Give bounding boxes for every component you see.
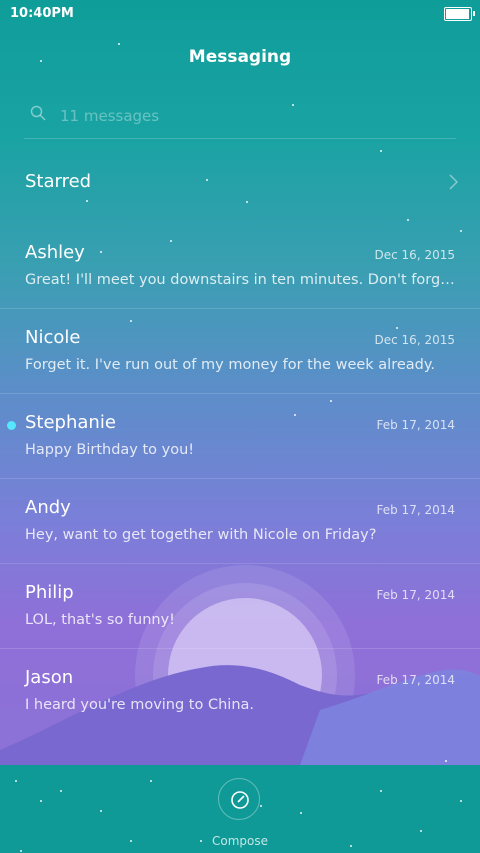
star-dot <box>445 760 447 762</box>
contact-name: Ashley <box>25 242 85 263</box>
contact-name: Nicole <box>25 327 81 348</box>
contact-name: Philip <box>25 582 74 603</box>
status-bar: 10:40PM <box>0 0 480 28</box>
message-date: Dec 16, 2015 <box>374 333 455 347</box>
message-date: Dec 16, 2015 <box>374 248 455 262</box>
message-date: Feb 17, 2014 <box>376 503 456 517</box>
search-input[interactable] <box>58 104 422 128</box>
message-snippet: LOL, that's so funny! <box>25 612 175 628</box>
message-snippet: Great! I'll meet you downstairs in ten m… <box>25 272 455 288</box>
conversation-row[interactable]: Nicole Dec 16, 2015 Forget it. I've run … <box>0 308 480 393</box>
contact-name: Andy <box>25 497 71 518</box>
search-icon <box>30 105 46 121</box>
message-date: Feb 17, 2014 <box>376 673 456 687</box>
message-snippet: Happy Birthday to you! <box>25 442 195 458</box>
compose-label: Compose <box>211 834 268 848</box>
message-date: Feb 17, 2014 <box>376 588 456 602</box>
message-snippet: I heard you're moving to China. <box>25 697 255 713</box>
message-snippet: Forget it. I've run out of my money for … <box>25 357 435 373</box>
page-title: Messaging <box>188 47 292 67</box>
starred-label: Starred <box>25 171 92 192</box>
compose-icon <box>231 791 249 809</box>
compose-area: Compose <box>0 778 480 853</box>
status-time: 10:40PM <box>10 6 74 21</box>
contact-name: Stephanie <box>25 412 116 433</box>
battery-icon <box>444 7 475 21</box>
conversation-row[interactable]: Philip Feb 17, 2014 LOL, that's so funny… <box>0 563 480 648</box>
battery-level <box>446 9 469 19</box>
message-snippet: Hey, want to get together with Nicole on… <box>25 527 377 543</box>
star-dot <box>118 43 120 45</box>
unread-indicator <box>7 421 16 430</box>
conversation-row[interactable]: Ashley Dec 16, 2015 Great! I'll meet you… <box>0 224 480 308</box>
chevron-right-icon <box>449 174 458 190</box>
contact-name: Jason <box>25 667 74 688</box>
conversation-row[interactable]: Stephanie Feb 17, 2014 Happy Birthday to… <box>0 393 480 478</box>
conversation-row[interactable]: Andy Feb 17, 2014 Hey, want to get toget… <box>0 478 480 563</box>
starred-folder[interactable]: Starred <box>0 140 480 224</box>
conversation-list: Ashley Dec 16, 2015 Great! I'll meet you… <box>0 224 480 733</box>
compose-button[interactable] <box>218 778 260 820</box>
conversation-row[interactable]: Jason Feb 17, 2014 I heard you're moving… <box>0 648 480 733</box>
search-bar[interactable] <box>24 92 456 139</box>
message-date: Feb 17, 2014 <box>376 418 456 432</box>
